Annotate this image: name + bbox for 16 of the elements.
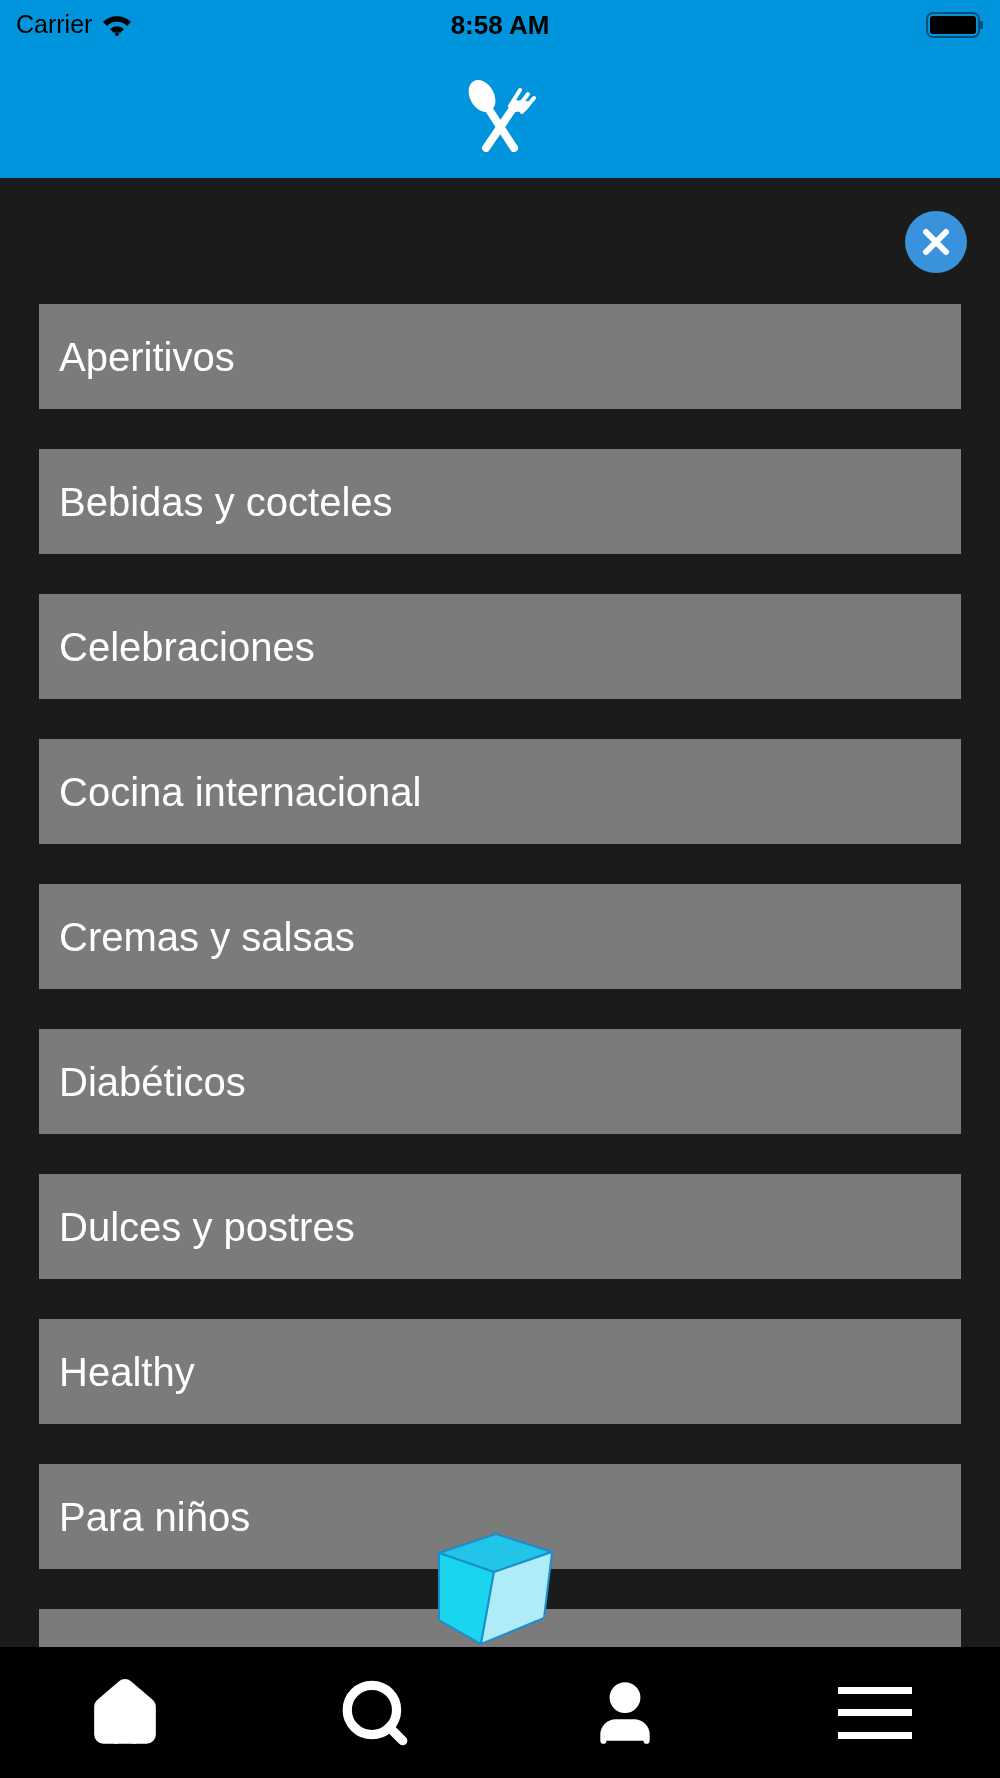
battery-icon <box>926 12 984 38</box>
wifi-icon <box>102 14 133 36</box>
category-item[interactable]: Cocina internacional <box>39 739 961 844</box>
category-item[interactable]: Celebraciones <box>39 594 961 699</box>
status-time: 8:58 AM <box>450 8 550 42</box>
category-item[interactable]: Aperitivos <box>39 304 961 409</box>
close-icon <box>921 227 951 257</box>
category-item[interactable]: Para niños <box>39 1464 961 1569</box>
menu-icon[interactable] <box>838 1686 912 1739</box>
category-item[interactable]: Diabéticos <box>39 1029 961 1134</box>
carrier-name: Carrier <box>16 9 93 41</box>
category-item[interactable]: Healthy <box>39 1319 961 1424</box>
cube-icon <box>436 1530 554 1648</box>
category-item[interactable]: Bebidas y cocteles <box>39 449 961 554</box>
category-item[interactable]: Cremas y salsas <box>39 884 961 989</box>
category-item[interactable]: Dulces y postres <box>39 1174 961 1279</box>
